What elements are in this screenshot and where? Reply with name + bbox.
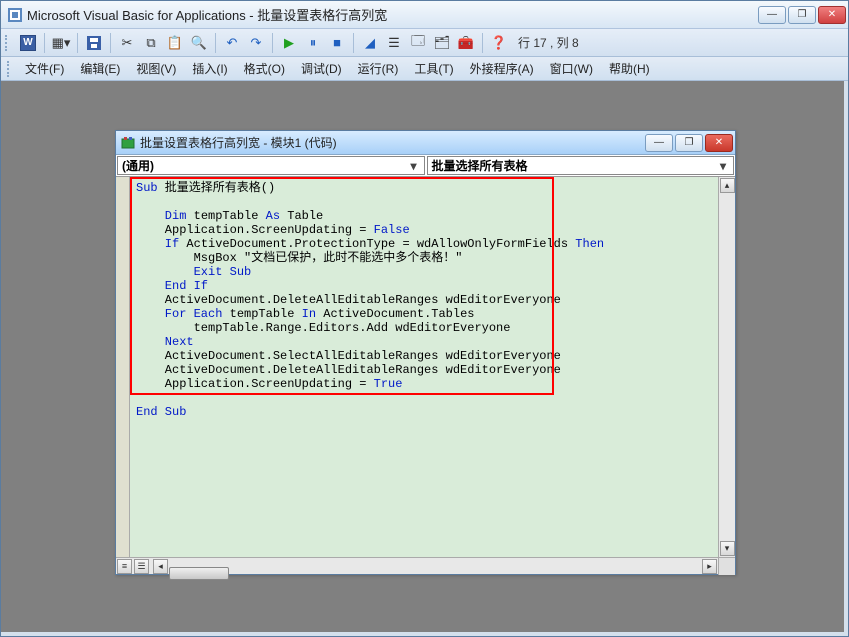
code-window: 批量设置表格行高列宽 - 模块1 (代码) — ❐ ✕ (通用) ▾ 批量选择所… xyxy=(115,130,736,575)
menubar-handle[interactable] xyxy=(7,61,11,77)
code-editor[interactable]: Sub 批量选择所有表格() Dim tempTable As Table Ap… xyxy=(130,177,718,557)
toolbar: W ▦▾ ✂ ⧉ 📋 🔍 ↶ ↷ ▶ ⏸ ■ ◢ ☰ 🗔 🗂 🧰 ❓ 行 17 … xyxy=(1,29,848,57)
vertical-scrollbar[interactable]: ▴ ▾ xyxy=(718,177,735,557)
code-body: Sub 批量选择所有表格() Dim tempTable As Table Ap… xyxy=(116,177,735,557)
help-icon[interactable]: ❓ xyxy=(488,32,510,54)
menu-view[interactable]: 视图(V) xyxy=(128,58,184,79)
close-button[interactable]: ✕ xyxy=(818,6,846,24)
stop-icon[interactable]: ■ xyxy=(326,32,348,54)
code-titlebar[interactable]: 批量设置表格行高列宽 - 模块1 (代码) — ❐ ✕ xyxy=(116,131,735,155)
word-icon[interactable]: W xyxy=(17,32,39,54)
window-title: Microsoft Visual Basic for Applications … xyxy=(27,5,758,24)
chevron-down-icon: ▾ xyxy=(406,159,422,173)
design-icon[interactable]: ◢ xyxy=(359,32,381,54)
titlebar[interactable]: Microsoft Visual Basic for Applications … xyxy=(1,1,848,29)
menubar: 文件(F) 编辑(E) 视图(V) 插入(I) 格式(O) 调试(D) 运行(R… xyxy=(1,57,848,81)
code-maximize-button[interactable]: ❐ xyxy=(675,134,703,152)
redo-icon[interactable]: ↷ xyxy=(245,32,267,54)
toolbox-icon[interactable]: 🧰 xyxy=(455,32,477,54)
proc-view-icon[interactable]: ≡ xyxy=(117,559,132,574)
scroll-up-icon[interactable]: ▴ xyxy=(720,178,735,193)
undo-icon[interactable]: ↶ xyxy=(221,32,243,54)
save-icon[interactable] xyxy=(83,32,105,54)
find-icon[interactable]: 🔍 xyxy=(188,32,210,54)
scroll-corner xyxy=(718,558,735,575)
menu-help[interactable]: 帮助(H) xyxy=(601,58,658,79)
menu-tools[interactable]: 工具(T) xyxy=(406,58,461,79)
code-window-title: 批量设置表格行高列宽 - 模块1 (代码) xyxy=(140,134,645,151)
chevron-down-icon: ▾ xyxy=(715,159,731,173)
menu-addins[interactable]: 外接程序(A) xyxy=(462,58,542,79)
menu-edit[interactable]: 编辑(E) xyxy=(72,58,128,79)
cursor-position: 行 17 , 列 8 xyxy=(518,34,579,51)
paste-icon[interactable]: 📋 xyxy=(164,32,186,54)
scroll-left-icon[interactable]: ◂ xyxy=(153,559,168,574)
cut-icon[interactable]: ✂ xyxy=(116,32,138,54)
menu-debug[interactable]: 调试(D) xyxy=(293,58,350,79)
toolbar-handle[interactable] xyxy=(5,35,9,51)
procedure-dropdown[interactable]: 批量选择所有表格 ▾ xyxy=(427,156,735,175)
menu-file[interactable]: 文件(F) xyxy=(17,58,72,79)
object-dropdown[interactable]: (通用) ▾ xyxy=(117,156,425,175)
menu-insert[interactable]: 插入(I) xyxy=(184,58,235,79)
module-icon xyxy=(120,135,136,151)
horizontal-scrollbar[interactable]: ≡ ☰ ◂ ▸ xyxy=(116,557,735,574)
code-minimize-button[interactable]: — xyxy=(645,134,673,152)
code-gutter[interactable] xyxy=(116,177,130,557)
app-window: Microsoft Visual Basic for Applications … xyxy=(0,0,849,637)
minimize-button[interactable]: — xyxy=(758,6,786,24)
full-view-icon[interactable]: ☰ xyxy=(134,559,149,574)
scroll-down-icon[interactable]: ▾ xyxy=(720,541,735,556)
code-close-button[interactable]: ✕ xyxy=(705,134,733,152)
tb-view-dropdown[interactable]: ▦▾ xyxy=(50,32,72,54)
pause-icon[interactable]: ⏸ xyxy=(302,32,324,54)
menu-format[interactable]: 格式(O) xyxy=(236,58,293,79)
scroll-right-icon[interactable]: ▸ xyxy=(702,559,717,574)
code-dropdowns: (通用) ▾ 批量选择所有表格 ▾ xyxy=(116,155,735,177)
maximize-button[interactable]: ❐ xyxy=(788,6,816,24)
properties-icon[interactable]: 🗔 xyxy=(407,32,429,54)
app-icon xyxy=(7,7,23,23)
procedure-dropdown-label: 批量选择所有表格 xyxy=(432,157,528,174)
copy-icon[interactable]: ⧉ xyxy=(140,32,162,54)
object-dropdown-label: (通用) xyxy=(122,157,154,174)
mdi-client: 批量设置表格行高列宽 - 模块1 (代码) — ❐ ✕ (通用) ▾ 批量选择所… xyxy=(1,81,848,636)
menu-run[interactable]: 运行(R) xyxy=(350,58,407,79)
run-icon[interactable]: ▶ xyxy=(278,32,300,54)
menu-window[interactable]: 窗口(W) xyxy=(542,58,601,79)
browser-icon[interactable]: 🗂 xyxy=(431,32,453,54)
project-icon[interactable]: ☰ xyxy=(383,32,405,54)
scroll-h-thumb[interactable] xyxy=(169,567,229,580)
